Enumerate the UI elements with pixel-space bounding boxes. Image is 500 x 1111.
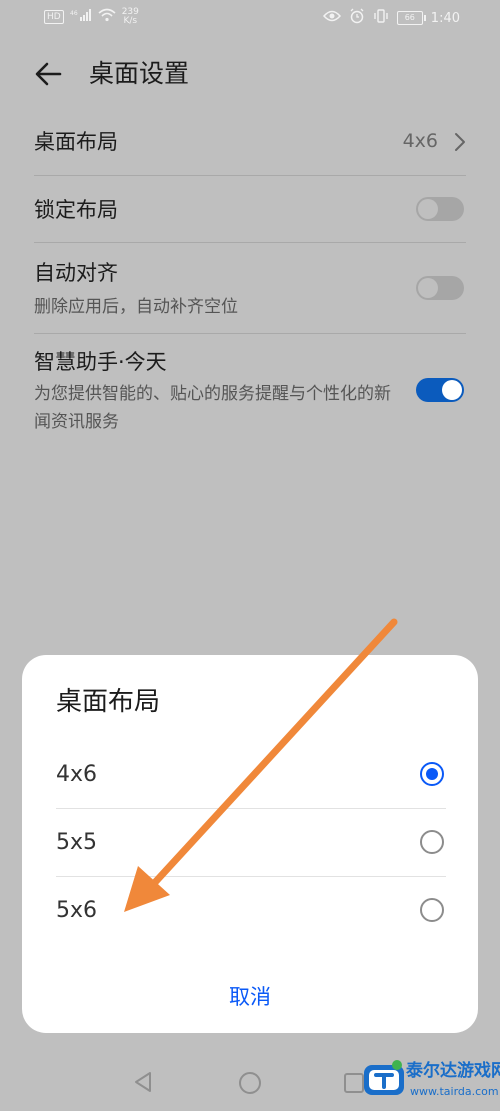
dialog-title: 桌面布局 <box>56 687 161 717</box>
page-header: 桌面设置 <box>0 48 500 100</box>
desktop-layout-value: 4x6 <box>402 130 438 152</box>
chevron-right-icon <box>455 133 465 151</box>
status-left: HD 46 239 K/s <box>44 8 139 26</box>
option-5x6[interactable]: 5x6 <box>56 877 446 944</box>
layout-options: 4x6 5x5 5x6 <box>56 741 446 944</box>
auto-align-label: 自动对齐 <box>34 261 118 285</box>
desktop-layout-label: 桌面布局 <box>34 130 118 154</box>
status-right: 66 1:40 <box>322 8 460 28</box>
alarm-icon <box>349 8 365 28</box>
settings-list: 桌面布局 4x6 锁定布局 自动对齐 删除应用后，自动补齐空位 智慧助手·今天 … <box>34 108 466 454</box>
setting-auto-align: 自动对齐 删除应用后，自动补齐空位 <box>34 243 466 334</box>
nav-back-icon[interactable] <box>132 1071 154 1093</box>
setting-desktop-layout[interactable]: 桌面布局 4x6 <box>34 108 466 176</box>
battery-icon: 66 <box>396 11 426 25</box>
watermark-text: 泰尔达游戏网 <box>406 1061 500 1081</box>
smart-assistant-toggle[interactable] <box>416 378 464 402</box>
auto-align-description: 删除应用后，自动补齐空位 <box>34 297 238 317</box>
eye-icon <box>322 10 341 26</box>
setting-smart-assistant: 智慧助手·今天 为您提供智能的、贴心的服务提醒与个性化的新闻资讯服务 <box>34 334 466 454</box>
lock-layout-label: 锁定布局 <box>34 198 118 222</box>
network-badge: HD <box>44 10 64 24</box>
signal-text: 46 <box>70 10 78 17</box>
status-bar: HD 46 239 K/s 66 1:40 <box>0 0 500 36</box>
network-speed: 239 K/s <box>122 8 139 26</box>
option-4x6[interactable]: 4x6 <box>56 741 446 809</box>
toggle-knob <box>442 380 462 400</box>
nav-recent-icon[interactable] <box>344 1073 364 1093</box>
radio-unselected-icon[interactable] <box>420 898 444 922</box>
option-label: 4x6 <box>56 762 98 787</box>
auto-align-toggle[interactable] <box>416 276 464 300</box>
option-5x5[interactable]: 5x5 <box>56 809 446 877</box>
radio-selected-icon[interactable] <box>420 762 444 786</box>
lock-layout-toggle[interactable] <box>416 197 464 221</box>
cancel-button[interactable]: 取消 <box>200 979 300 1015</box>
clock-time: 1:40 <box>430 10 460 26</box>
watermark-logo-icon <box>364 1060 404 1095</box>
toggle-knob <box>418 278 438 298</box>
option-label: 5x6 <box>56 898 98 923</box>
layout-dialog: 桌面布局 4x6 5x5 5x6 取消 <box>22 655 478 1033</box>
signal-icon: 46 <box>70 9 92 25</box>
page-title: 桌面设置 <box>89 59 190 88</box>
speed-unit: K/s <box>123 16 138 26</box>
watermark-url: www.tairda.com <box>410 1085 499 1098</box>
setting-lock-layout: 锁定布局 <box>34 176 466 243</box>
watermark: 泰尔达游戏网 www.tairda.com <box>362 1055 500 1107</box>
arrow-left-icon <box>35 62 62 86</box>
nav-home-icon[interactable] <box>238 1071 262 1095</box>
smart-assistant-description: 为您提供智能的、贴心的服务提醒与个性化的新闻资讯服务 <box>34 384 391 432</box>
back-button[interactable] <box>28 54 68 94</box>
toggle-knob <box>418 199 438 219</box>
vibrate-icon <box>373 9 389 27</box>
wifi-icon <box>98 8 116 26</box>
radio-unselected-icon[interactable] <box>420 830 444 854</box>
option-label: 5x5 <box>56 830 98 855</box>
smart-assistant-label: 智慧助手·今天 <box>34 350 167 374</box>
